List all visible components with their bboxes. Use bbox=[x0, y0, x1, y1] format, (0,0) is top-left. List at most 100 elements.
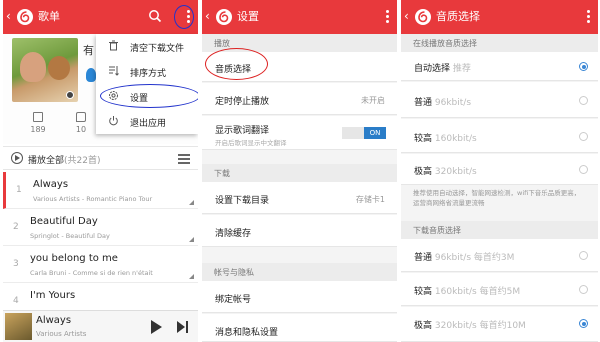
song-options-icon[interactable] bbox=[189, 237, 194, 242]
search-icon[interactable] bbox=[148, 9, 162, 23]
quality-option-download-max[interactable]: 极高 320kbit/s 每首约10M bbox=[401, 307, 598, 342]
back-icon[interactable]: ‹ bbox=[404, 9, 409, 23]
settings-row-lyrics-translation[interactable]: 显示歌词翻译 开启后歌词显示中文翻译 ON bbox=[202, 116, 397, 150]
back-icon[interactable]: ‹ bbox=[205, 9, 210, 23]
settings-row-clear-cache[interactable]: 清除缓存 bbox=[202, 215, 397, 247]
more-menu-icon[interactable] bbox=[383, 8, 391, 26]
row-label: 消息和隐私设置 bbox=[215, 328, 279, 338]
quality-option-online-auto[interactable]: 自动选择 推荐 bbox=[401, 52, 598, 81]
row-label: 显示歌词翻译 bbox=[215, 126, 270, 136]
favorite-stat[interactable]: 189 bbox=[23, 112, 53, 134]
sort-icon bbox=[109, 66, 119, 76]
lyrics-translation-toggle[interactable]: ON bbox=[342, 127, 386, 139]
play-icon[interactable] bbox=[151, 320, 162, 334]
mini-player[interactable]: Always Various Artists bbox=[3, 310, 198, 342]
menu-label: 退出应用 bbox=[130, 119, 167, 129]
comment-icon bbox=[76, 112, 86, 122]
quality-option-download-normal[interactable]: 普通 96kbit/s 每首约3M bbox=[401, 239, 598, 272]
option-label: 较高 160kbit/s 每首约5M bbox=[414, 287, 521, 297]
song-title: you belong to me bbox=[30, 253, 118, 264]
favorite-count: 189 bbox=[30, 125, 46, 134]
page-title: 歌单 bbox=[38, 10, 60, 23]
comment-stat[interactable]: 10 bbox=[66, 112, 96, 134]
radio-button[interactable] bbox=[579, 62, 588, 71]
app-logo-icon bbox=[216, 9, 232, 25]
play-all-label: 播放全部(共22首) bbox=[28, 156, 101, 166]
song-meta: Carla Bruni - Comme si de rien n'était bbox=[30, 269, 153, 277]
section-header-account: 帐号与隐私 bbox=[202, 263, 397, 281]
more-menu-icon[interactable] bbox=[584, 8, 592, 26]
user-avatar-icon[interactable] bbox=[86, 68, 96, 82]
song-row[interactable]: 1 Always Various Artists - Romantic Pian… bbox=[3, 172, 198, 209]
settings-screen: ‹ 设置 播放 音质选择 定时停止播放 未开启 显示歌词翻译 开启后歌词显示中文… bbox=[202, 0, 397, 342]
menu-item-clear-downloads[interactable]: 清空下载文件 bbox=[96, 34, 198, 59]
song-row[interactable]: 3 you belong to me Carla Bruni - Comme s… bbox=[3, 246, 198, 283]
app-bar: ‹ 设置 bbox=[202, 0, 397, 34]
playlist-cover-image[interactable] bbox=[12, 38, 78, 102]
option-label: 自动选择 推荐 bbox=[414, 64, 471, 74]
menu-label: 清空下载文件 bbox=[130, 44, 185, 54]
row-label: 设置下载目录 bbox=[215, 196, 270, 206]
info-badge-icon bbox=[66, 91, 74, 99]
now-playing-artist: Various Artists bbox=[36, 330, 87, 338]
radio-button[interactable] bbox=[579, 96, 588, 105]
song-count: (共22首) bbox=[64, 156, 101, 166]
song-row[interactable]: 2 Beautiful Day Springlot - Beautiful Da… bbox=[3, 209, 198, 246]
multi-select-icon[interactable] bbox=[178, 154, 190, 164]
quality-note: 推荐使用自动选择，智能网速检测，wifi下音乐品质更高，运营商网络省流量更流畅 bbox=[401, 188, 598, 212]
settings-row-download-dir[interactable]: 设置下载目录 存储卡1 bbox=[202, 182, 397, 214]
now-playing-art[interactable] bbox=[5, 313, 32, 340]
quality-option-online-normal[interactable]: 普通 96kbit/s bbox=[401, 82, 598, 118]
radio-button[interactable] bbox=[579, 285, 588, 294]
next-track-icon[interactable] bbox=[177, 321, 189, 333]
quality-option-online-high[interactable]: 较高 160kbit/s bbox=[401, 119, 598, 153]
song-number: 4 bbox=[13, 296, 19, 306]
row-label: 清除缓存 bbox=[215, 229, 252, 239]
option-label: 较高 160kbit/s bbox=[414, 134, 477, 144]
song-number: 1 bbox=[16, 185, 22, 195]
page-title: 音质选择 bbox=[436, 10, 480, 23]
row-description: 开启后歌词显示中文翻译 bbox=[215, 139, 287, 147]
app-bar: ‹ 歌单 bbox=[3, 0, 198, 34]
app-logo-icon bbox=[17, 9, 33, 25]
section-header-online: 在线播放音质选择 bbox=[401, 34, 598, 52]
settings-row-bind-account[interactable]: 绑定帐号 bbox=[202, 281, 397, 313]
highlight-circle bbox=[174, 5, 194, 29]
play-all-icon[interactable] bbox=[11, 152, 23, 164]
power-icon bbox=[109, 116, 118, 126]
settings-row-sleep-timer[interactable]: 定时停止播放 未开启 bbox=[202, 83, 397, 115]
song-meta: Various Artists - Romantic Piano Tour bbox=[33, 195, 153, 203]
row-label: 绑定帐号 bbox=[215, 295, 252, 305]
menu-item-exit[interactable]: 退出应用 bbox=[96, 109, 198, 134]
song-options-icon[interactable] bbox=[189, 274, 194, 279]
play-all-bar[interactable]: 播放全部(共22首) bbox=[3, 146, 198, 170]
row-value: 存储卡1 bbox=[355, 195, 385, 204]
option-label: 极高 320kbit/s 每首约10M bbox=[414, 321, 526, 331]
comment-count: 10 bbox=[75, 125, 87, 134]
settings-row-notification[interactable]: 消息和隐私设置 bbox=[202, 314, 397, 342]
back-icon[interactable]: ‹ bbox=[6, 9, 11, 23]
menu-item-sort[interactable]: 排序方式 bbox=[96, 59, 198, 84]
quality-option-online-max[interactable]: 极高 320kbit/s bbox=[401, 154, 598, 185]
playlist-title: 有 bbox=[83, 44, 94, 57]
songlist-screen: ‹ 歌单 有 189 10 播放全部(共22首) 1 Always Variou… bbox=[3, 0, 198, 342]
radio-button[interactable] bbox=[579, 165, 588, 174]
now-playing-title: Always bbox=[36, 315, 72, 326]
radio-button[interactable] bbox=[579, 132, 588, 141]
app-logo-icon bbox=[415, 9, 431, 25]
option-label: 普通 96kbit/s 每首约3M bbox=[414, 253, 515, 263]
toggle-state: ON bbox=[364, 127, 386, 139]
highlight-circle bbox=[100, 84, 198, 108]
radio-button[interactable] bbox=[579, 319, 588, 328]
trash-icon bbox=[109, 40, 118, 51]
favorite-icon bbox=[33, 112, 43, 122]
song-options-icon[interactable] bbox=[189, 200, 194, 205]
quality-option-download-high[interactable]: 较高 160kbit/s 每首约5M bbox=[401, 273, 598, 306]
song-number: 2 bbox=[13, 222, 19, 232]
row-value: 未开启 bbox=[361, 96, 385, 105]
song-title: Always bbox=[33, 179, 69, 190]
page-title: 设置 bbox=[237, 10, 259, 23]
app-bar: ‹ 音质选择 bbox=[401, 0, 598, 34]
radio-button[interactable] bbox=[579, 251, 588, 260]
song-meta: Springlot - Beautiful Day bbox=[30, 232, 110, 240]
